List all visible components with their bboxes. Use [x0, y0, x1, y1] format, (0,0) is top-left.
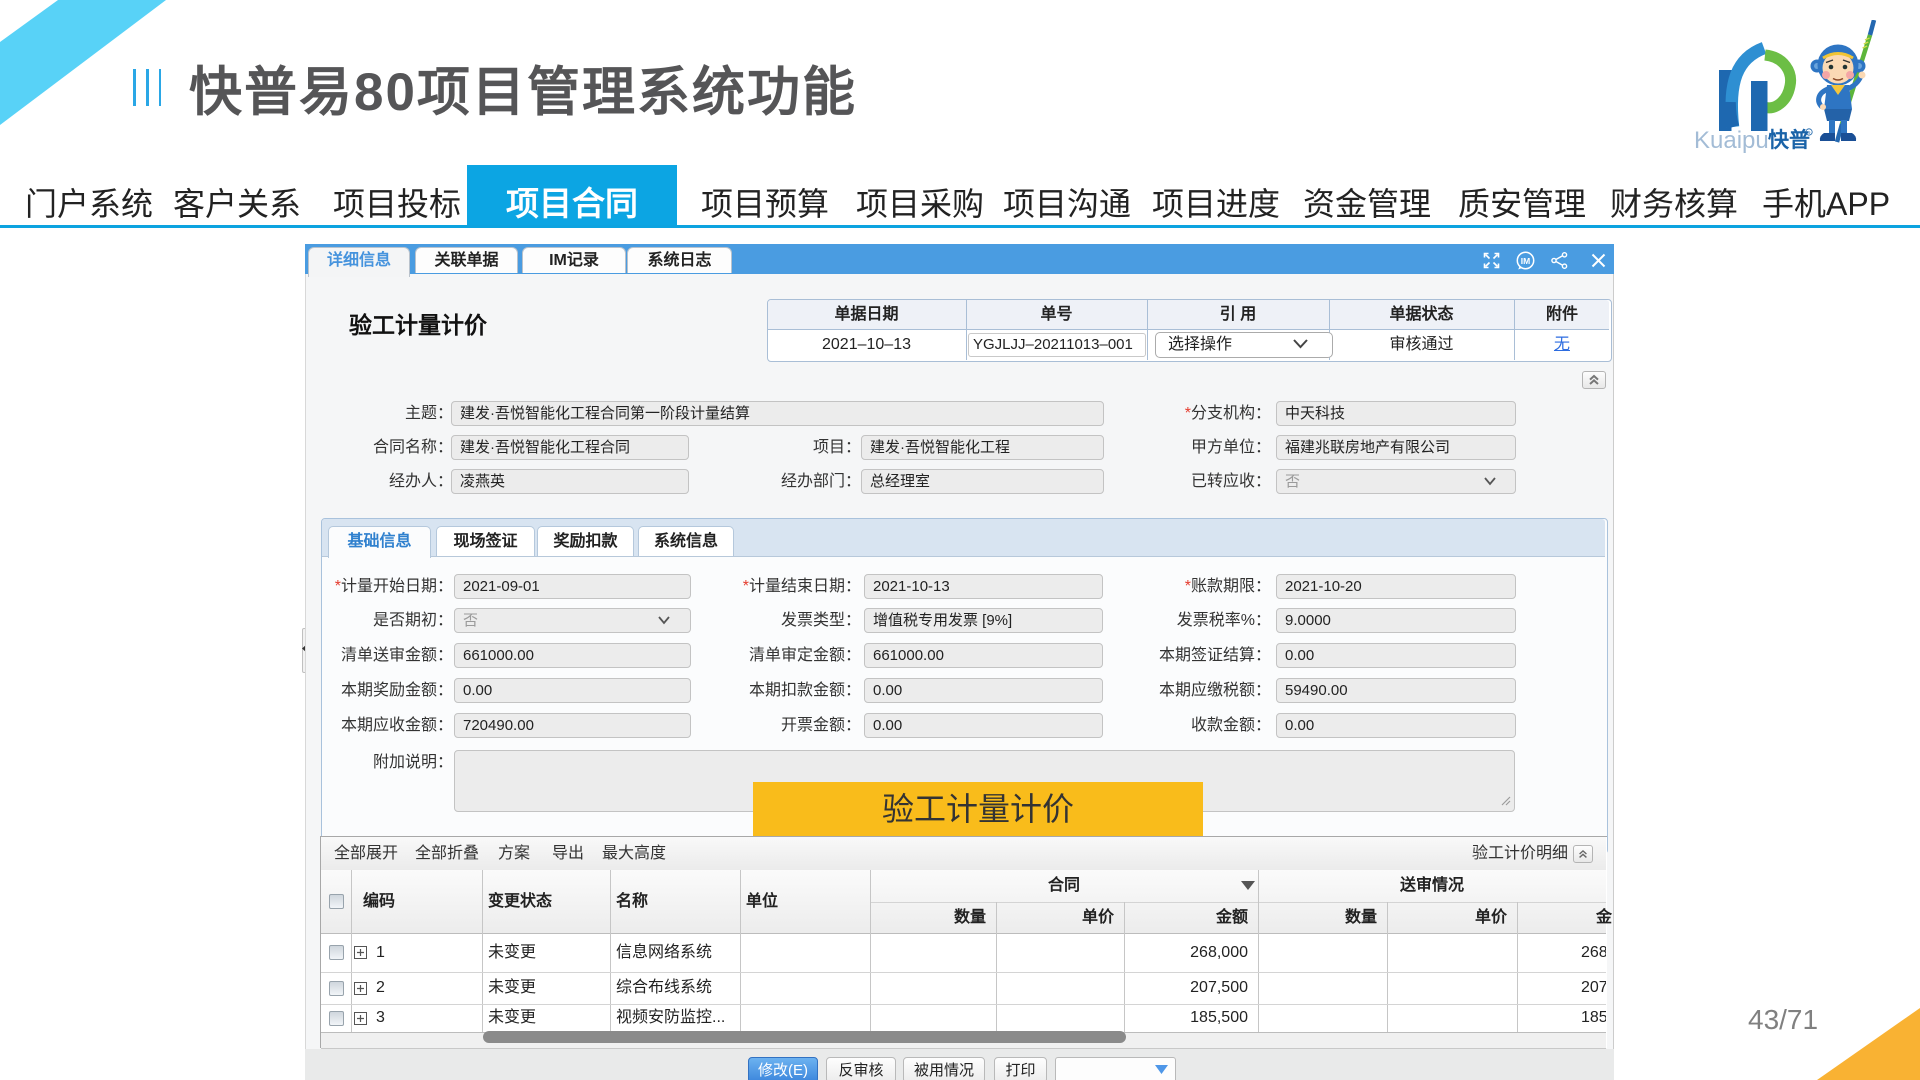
svg-text:快普: 快普 — [1768, 128, 1810, 152]
svg-text:IM: IM — [1521, 256, 1530, 266]
svg-text:Kuaipu: Kuaipu — [1694, 127, 1769, 154]
